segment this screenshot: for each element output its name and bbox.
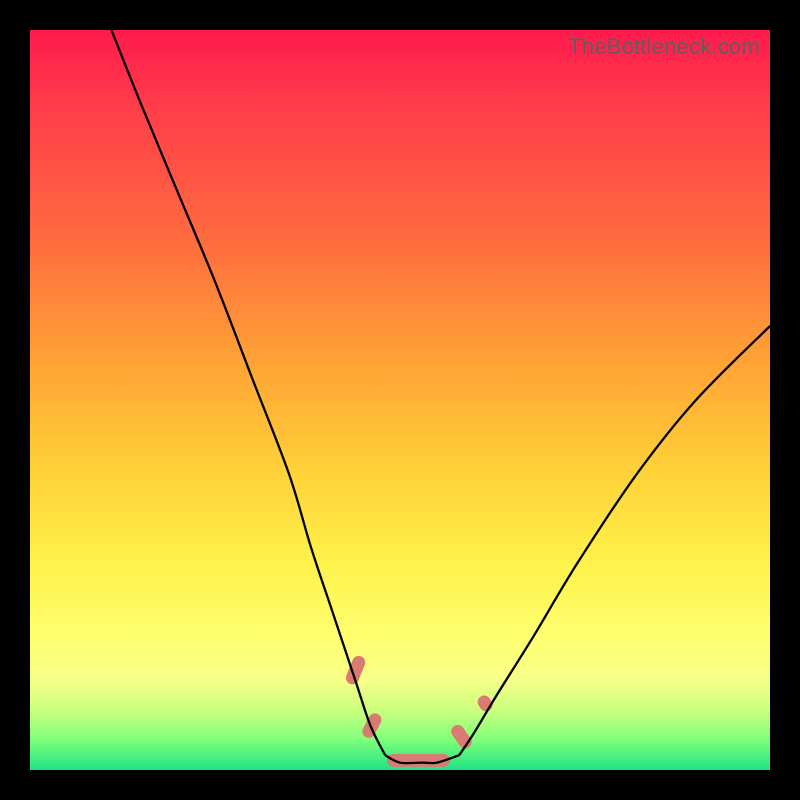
chart-frame: TheBottleneck.com [0,0,800,800]
left-curve [111,30,385,755]
chart-svg [30,30,770,770]
right-curve [459,326,770,755]
plateau-marker [360,711,384,740]
chart-plot-area: TheBottleneck.com [30,30,770,770]
plateau-markers-group [344,654,495,767]
